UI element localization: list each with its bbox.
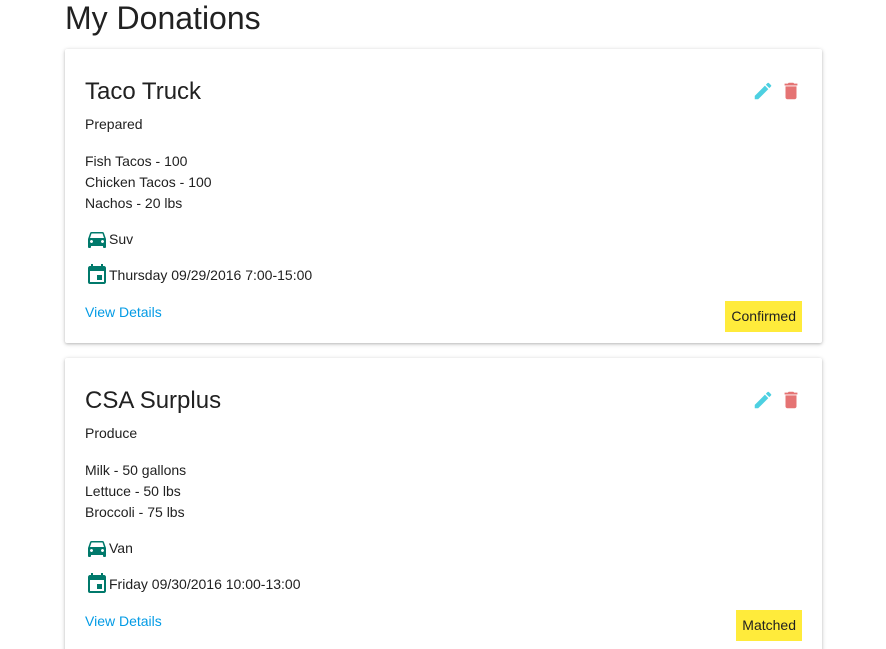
donation-item: Chicken Tacos - 100 — [85, 174, 212, 190]
car-icon — [85, 227, 109, 251]
card-actions — [752, 80, 802, 102]
trash-icon[interactable] — [780, 80, 802, 102]
view-details-link[interactable]: View Details — [85, 613, 162, 629]
donation-item: Milk - 50 gallons — [85, 462, 187, 478]
pickup-row: Friday 09/30/2016 10:00-13:00 — [85, 572, 300, 596]
donation-item: Broccoli - 75 lbs — [85, 504, 185, 520]
page-title: My Donations — [65, 0, 261, 36]
status-badge: Matched — [736, 610, 802, 641]
vehicle-label: Suv — [109, 231, 134, 247]
donation-card: Taco Truck Prepared Fish Tacos - 100 Chi… — [65, 49, 822, 343]
view-details-link[interactable]: View Details — [85, 304, 162, 320]
pickup-time: Thursday 09/29/2016 7:00-15:00 — [109, 267, 313, 283]
pickup-row: Thursday 09/29/2016 7:00-15:00 — [85, 263, 312, 287]
pencil-icon[interactable] — [752, 389, 774, 411]
donation-card: CSA Surplus Produce Milk - 50 gallons Le… — [65, 358, 822, 649]
vehicle-label: Van — [109, 540, 133, 556]
vehicle-row: Van — [85, 536, 133, 560]
pencil-icon[interactable] — [752, 80, 774, 102]
pickup-time: Friday 09/30/2016 10:00-13:00 — [109, 576, 301, 592]
card-actions — [752, 389, 802, 411]
donation-item: Nachos - 20 lbs — [85, 195, 183, 211]
donation-items: Fish Tacos - 100 Chicken Tacos - 100 Nac… — [85, 151, 212, 214]
status-badge: Confirmed — [725, 301, 802, 332]
donation-item: Fish Tacos - 100 — [85, 153, 188, 169]
calendar-icon — [85, 572, 109, 596]
donation-items: Milk - 50 gallons Lettuce - 50 lbs Brocc… — [85, 460, 186, 523]
calendar-icon — [85, 263, 109, 287]
donation-category: Produce — [85, 425, 138, 441]
donation-category: Prepared — [85, 116, 143, 132]
car-icon — [85, 536, 109, 560]
vehicle-row: Suv — [85, 227, 133, 251]
trash-icon[interactable] — [780, 389, 802, 411]
donation-item: Lettuce - 50 lbs — [85, 483, 181, 499]
donations-page: My Donations Taco Truck Prepared Fish Ta… — [0, 0, 886, 649]
donation-title: CSA Surplus — [85, 387, 222, 414]
donation-title: Taco Truck — [85, 78, 202, 105]
